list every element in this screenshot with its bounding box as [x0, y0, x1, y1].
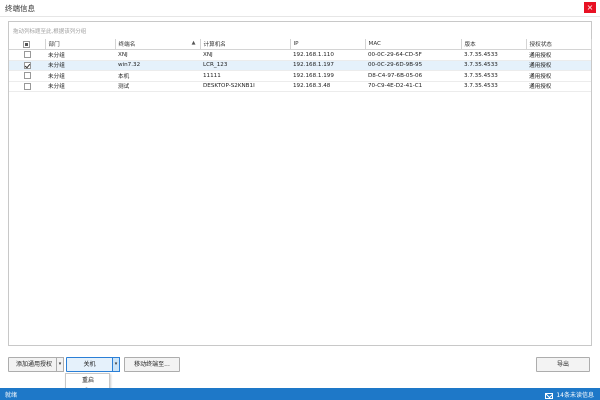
cell-ip: 192.168.1.199 [293, 72, 334, 79]
cell-ip: 192.168.1.110 [293, 51, 334, 58]
shutdown-button[interactable]: 关机 [66, 357, 113, 372]
move-terminal-button[interactable]: 移动终端至... [124, 357, 180, 372]
column-header-dept[interactable]: 部门 [45, 39, 116, 50]
row-checkbox-cell[interactable] [9, 71, 45, 82]
unread-messages-link[interactable]: 14条未读信息 [545, 390, 594, 399]
column-header-computer[interactable]: 计算机名 [200, 39, 291, 50]
group-by-area[interactable]: 拖动列标题至此,根据该列分组 [9, 22, 591, 37]
chevron-down-icon: ▾ [58, 361, 62, 367]
row-checkbox-cell[interactable] [9, 60, 45, 71]
column-header-ip[interactable]: IP [290, 39, 366, 50]
table-row[interactable]: 未分组 测试 DESKTOP-S2KNB1I 192.168.3.48 70-C9-4E… [9, 81, 591, 92]
row-checkbox[interactable] [23, 61, 31, 69]
cell-mac: D8-C4-97-6B-05-06 [368, 72, 423, 79]
cell-auth: 通用授权 [529, 84, 552, 91]
column-header-auth[interactable]: 授权状态 [526, 39, 592, 50]
cell-dept: 未分组 [48, 63, 65, 70]
status-text: 就绪 [5, 392, 18, 399]
status-bar: 就绪 14条未读信息 [0, 388, 600, 400]
cell-mac: 00-0C-29-6D-9B-95 [368, 62, 423, 69]
cell-auth: 通用授权 [529, 63, 552, 70]
column-header-mac[interactable]: MAC [365, 39, 462, 50]
title-bar: 终端信息 × [0, 0, 600, 17]
cell-terminal: 测试 [118, 84, 130, 91]
row-checkbox[interactable] [23, 72, 31, 80]
cell-computer: 11111 [203, 72, 221, 79]
row-checkbox-cell[interactable] [9, 81, 45, 92]
column-header-terminal-label: 终端名 [118, 42, 136, 48]
terminal-list-panel: 拖动列标题至此,根据该列分组 部门 终端名 ▲ 计算机名 IP MAC 版本 授权… [8, 21, 592, 346]
cell-version: 3.7.35.4533 [464, 62, 498, 69]
table-header-row: 部门 终端名 ▲ 计算机名 IP MAC 版本 授权状态 [9, 39, 592, 50]
cell-auth: 通用授权 [529, 52, 552, 59]
cell-version: 3.7.35.4533 [464, 83, 498, 90]
cell-dept: 未分组 [48, 73, 65, 80]
cell-computer: DESKTOP-S2KNB1I [203, 83, 255, 90]
menu-item-restart[interactable]: 重启 [66, 375, 109, 386]
cell-dept: 未分组 [48, 84, 65, 91]
cell-version: 3.7.35.4533 [464, 51, 498, 58]
cell-computer: LCR_123 [203, 62, 228, 69]
cell-dept: 未分组 [48, 52, 65, 59]
table-row[interactable]: 未分组 本机 11111 192.168.1.199 D8-C4-97-6B-05-06… [9, 71, 591, 82]
select-all-checkbox-cell[interactable] [9, 39, 46, 50]
shutdown-dropdown-button[interactable]: ▾ [112, 357, 120, 372]
table-row[interactable]: 未分组 XNJ XNJ 192.168.1.110 00-0C-29-64-CD-5F 3… [9, 50, 591, 61]
unread-messages-label: 14条未读信息 [556, 392, 594, 399]
mail-icon [545, 392, 554, 399]
cell-auth: 通用授权 [529, 73, 552, 80]
column-header-version[interactable]: 版本 [461, 39, 527, 50]
cell-terminal: XNJ [118, 51, 128, 58]
group-by-hint: 拖动列标题至此,根据该列分组 [13, 29, 87, 35]
cell-version: 3.7.35.4533 [464, 72, 498, 79]
table-row[interactable]: 未分组 win7.32 LCR_123 192.168.1.197 00-0C-29-6… [9, 60, 591, 71]
cell-mac: 00-0C-29-64-CD-5F [368, 51, 422, 58]
cell-terminal: 本机 [118, 73, 130, 80]
cell-ip: 192.168.3.48 [293, 83, 331, 90]
cell-mac: 70-C9-4E-D2-41-C1 [368, 83, 423, 90]
row-checkbox-cell[interactable] [9, 50, 45, 61]
select-all-checkbox[interactable] [23, 40, 31, 48]
chevron-down-icon: ▾ [114, 361, 118, 367]
close-button[interactable]: × [584, 2, 596, 13]
add-license-dropdown-button[interactable]: ▾ [56, 357, 64, 372]
export-button[interactable]: 导出 [536, 357, 590, 372]
terminal-table: 部门 终端名 ▲ 计算机名 IP MAC 版本 授权状态 未分组 XNJ XNJ 192… [9, 39, 592, 92]
column-header-terminal[interactable]: 终端名 ▲ [115, 39, 201, 50]
window-title: 终端信息 [5, 4, 35, 13]
cell-computer: XNJ [203, 51, 213, 58]
add-license-button[interactable]: 添加通用授权 [8, 357, 60, 372]
cell-terminal: win7.32 [118, 62, 141, 69]
cell-ip: 192.168.1.197 [293, 62, 334, 69]
sort-ascending-icon: ▲ [191, 40, 196, 46]
row-checkbox[interactable] [23, 82, 31, 90]
row-checkbox[interactable] [23, 51, 31, 59]
